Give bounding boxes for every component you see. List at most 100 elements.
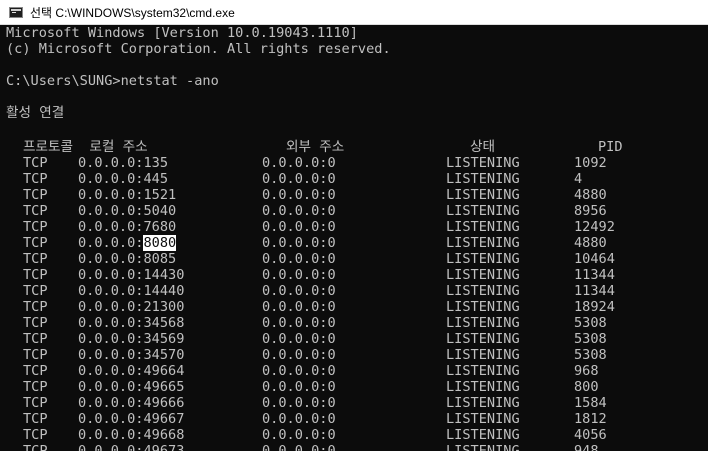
row-foreign-address: 0.0.0.0:0 [262,171,336,187]
row-proto: TCP [23,395,48,411]
row-local-port: 49667 [143,411,185,427]
header-foreign-address: 외부 주소 [286,139,345,155]
table-row: TCP 0.0.0.0:8080 0.0.0.0:0 LISTENING 4880 [6,235,708,251]
row-local-address: 0.0.0.0:49665 [78,379,184,395]
row-state: LISTENING [446,347,520,363]
row-state: LISTENING [446,251,520,267]
row-pid: 1092 [574,155,607,171]
row-foreign-address: 0.0.0.0:0 [262,331,336,347]
window-title: 선택 C:\WINDOWS\system32\cmd.exe [30,5,235,20]
row-local-port: 34570 [143,347,185,363]
row-pid: 5308 [574,315,607,331]
window-titlebar[interactable]: 선택 C:\WINDOWS\system32\cmd.exe [0,0,708,25]
table-row: TCP 0.0.0.0:1521 0.0.0.0:0 LISTENING 4880 [6,187,708,203]
row-proto: TCP [23,379,48,395]
selected-port: 8080 [143,235,177,251]
row-state: LISTENING [446,267,520,283]
console-output[interactable]: Microsoft Windows [Version 10.0.19043.11… [0,25,708,451]
row-local-address: 0.0.0.0:49664 [78,363,184,379]
row-proto: TCP [23,267,48,283]
row-pid: 800 [574,379,599,395]
row-proto: TCP [23,203,48,219]
row-state: LISTENING [446,315,520,331]
row-foreign-address: 0.0.0.0:0 [262,219,336,235]
row-pid: 11344 [574,267,615,283]
row-local-address: 0.0.0.0:34569 [78,331,184,347]
row-local-ip: 0.0.0.0: [78,363,144,379]
row-local-port: 49666 [143,395,185,411]
row-proto: TCP [23,219,48,235]
row-proto: TCP [23,251,48,267]
row-pid: 1584 [574,395,607,411]
table-row: TCP 0.0.0.0:49666 0.0.0.0:0 LISTENING 1584 [6,395,708,411]
header-state: 상태 [470,139,496,155]
row-foreign-address: 0.0.0.0:0 [262,203,336,219]
row-proto: TCP [23,427,48,443]
row-pid: 4 [574,171,583,187]
row-local-ip: 0.0.0.0: [78,187,144,203]
row-local-address: 0.0.0.0:445 [78,171,168,187]
row-state: LISTENING [446,395,520,411]
row-local-port: 49664 [143,363,185,379]
row-foreign-address: 0.0.0.0:0 [262,411,336,427]
row-local-address: 0.0.0.0:8085 [78,251,176,267]
row-pid: 10464 [574,251,615,267]
row-local-address: 0.0.0.0:7680 [78,219,176,235]
row-local-address: 0.0.0.0:21300 [78,299,184,315]
header-proto-local: 프로토콜 로컬 주소 [23,139,148,155]
row-proto: TCP [23,411,48,427]
row-pid: 18924 [574,299,615,315]
row-proto: TCP [23,235,48,251]
row-local-port: 34569 [143,331,185,347]
row-local-address: 0.0.0.0:14440 [78,283,184,299]
cmd-icon [9,6,23,18]
row-local-address: 0.0.0.0:135 [78,155,168,171]
row-local-port: 445 [143,171,169,187]
row-local-ip: 0.0.0.0: [78,283,144,299]
row-foreign-address: 0.0.0.0:0 [262,283,336,299]
table-row: TCP 0.0.0.0:49668 0.0.0.0:0 LISTENING 4056 [6,427,708,443]
row-state: LISTENING [446,235,520,251]
row-pid: 968 [574,363,599,379]
row-proto: TCP [23,283,48,299]
row-pid: 5308 [574,347,607,363]
banner-copyright: (c) Microsoft Corporation. All rights re… [6,41,391,57]
row-foreign-address: 0.0.0.0:0 [262,379,336,395]
row-local-address: 0.0.0.0:49666 [78,395,184,411]
table-row: TCP 0.0.0.0:49665 0.0.0.0:0 LISTENING 800 [6,379,708,395]
row-local-ip: 0.0.0.0: [78,219,144,235]
row-local-port: 7680 [143,219,177,235]
row-local-port: 14440 [143,283,185,299]
row-local-port: 34568 [143,315,185,331]
row-state: LISTENING [446,203,520,219]
header-pid: PID [598,139,623,155]
row-foreign-address: 0.0.0.0:0 [262,427,336,443]
row-pid: 4056 [574,427,607,443]
command-prompt-line: C:\Users\SUNG>netstat -ano [6,73,219,89]
row-local-port: 5040 [143,203,177,219]
row-local-ip: 0.0.0.0: [78,331,144,347]
row-proto: TCP [23,171,48,187]
row-pid: 5308 [574,331,607,347]
row-local-address: 0.0.0.0:34568 [78,315,184,331]
table-header: 프로토콜 로컬 주소 외부 주소 상태 PID [6,139,708,155]
row-local-ip: 0.0.0.0: [78,347,144,363]
row-state: LISTENING [446,379,520,395]
row-local-port: 8085 [143,251,177,267]
row-foreign-address: 0.0.0.0:0 [262,155,336,171]
row-state: LISTENING [446,155,520,171]
row-local-address: 0.0.0.0:8080 [78,235,177,251]
table-row: TCP 0.0.0.0:14440 0.0.0.0:0 LISTENING 11344 [6,283,708,299]
row-foreign-address: 0.0.0.0:0 [262,267,336,283]
row-local-port: 135 [143,155,169,171]
row-local-ip: 0.0.0.0: [78,267,144,283]
row-pid: 12492 [574,219,615,235]
row-local-port: 49665 [143,379,185,395]
row-local-ip: 0.0.0.0: [78,299,144,315]
row-local-port: 21300 [143,299,185,315]
row-proto: TCP [23,187,48,203]
row-foreign-address: 0.0.0.0:0 [262,299,336,315]
table-row: TCP 0.0.0.0:34568 0.0.0.0:0 LISTENING 5308 [6,315,708,331]
